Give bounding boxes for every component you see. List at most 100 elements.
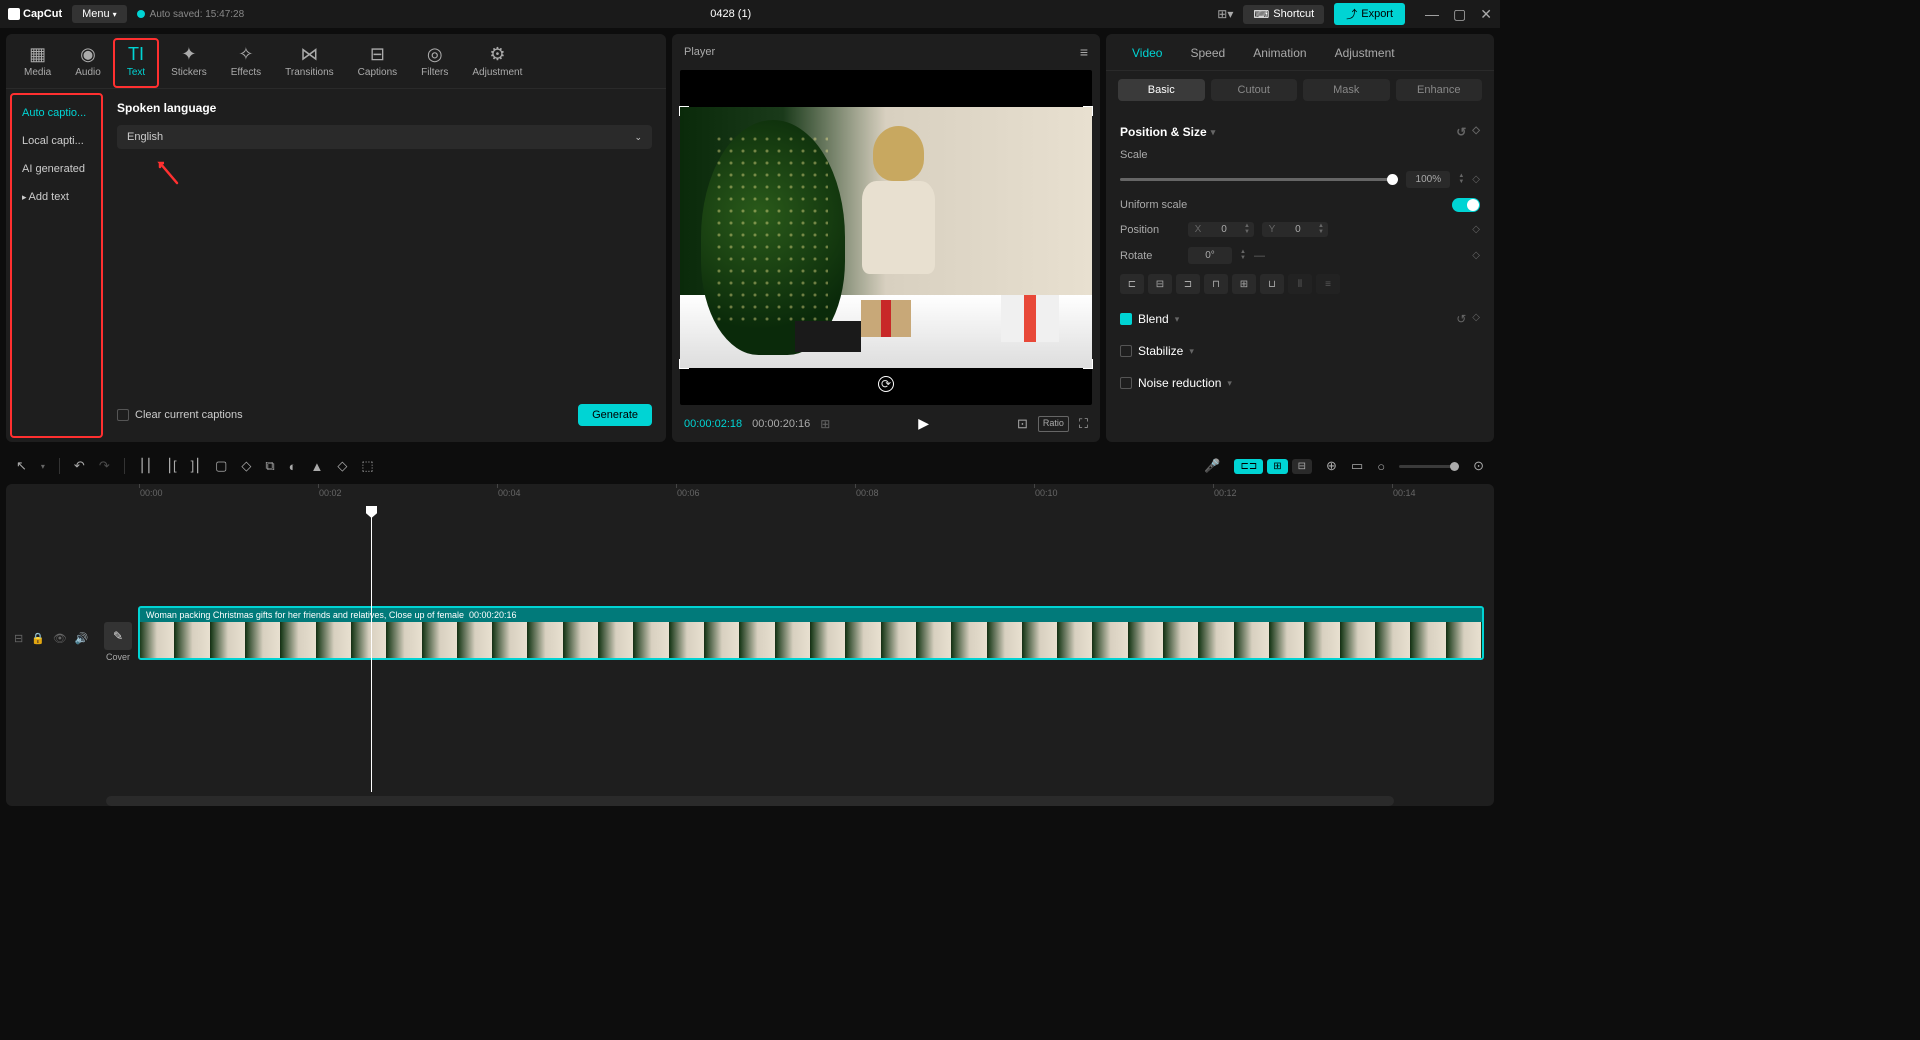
tab-text[interactable]: TIText bbox=[113, 38, 159, 88]
preview-icon[interactable]: ▭ bbox=[1351, 458, 1363, 474]
rotate-handle-icon[interactable]: ⟳ bbox=[878, 376, 894, 392]
undo-icon[interactable]: ↶ bbox=[74, 458, 85, 474]
sub-tab-cutout[interactable]: Cutout bbox=[1211, 79, 1298, 101]
rotate-reset-icon[interactable]: — bbox=[1254, 250, 1265, 262]
cover-thumbnail[interactable]: ✎ bbox=[104, 622, 132, 650]
language-select[interactable]: English ⌄ bbox=[117, 125, 652, 149]
reset-icon[interactable]: ↺ bbox=[1456, 125, 1466, 139]
mic-icon[interactable]: 🎤 bbox=[1204, 458, 1220, 474]
rotate-tool-icon[interactable]: ◇ bbox=[337, 458, 347, 474]
export-button[interactable]: ⤴Export bbox=[1334, 3, 1405, 25]
scan-icon[interactable]: ⊡ bbox=[1017, 416, 1028, 432]
keyframe-icon[interactable]: ◇ bbox=[1472, 125, 1480, 139]
generate-button[interactable]: Generate bbox=[578, 404, 652, 426]
prop-tab-speed[interactable]: Speed bbox=[1176, 34, 1239, 70]
sub-tab-enhance[interactable]: Enhance bbox=[1396, 79, 1483, 101]
snap-1-button[interactable]: ⊏⊐ bbox=[1234, 459, 1263, 474]
zoom-out-icon[interactable]: ○ bbox=[1377, 459, 1385, 474]
crop-icon[interactable]: ⬚ bbox=[361, 458, 373, 474]
track-visibility-icon[interactable]: 🔒 bbox=[31, 632, 45, 645]
shortcut-button[interactable]: ⌨Shortcut bbox=[1243, 5, 1324, 24]
noise-checkbox[interactable] bbox=[1120, 377, 1132, 389]
properties-panel: Video Speed Animation Adjustment Basic C… bbox=[1106, 34, 1494, 442]
position-keyframe-icon[interactable]: ◇ bbox=[1472, 224, 1480, 235]
pointer-tool-icon[interactable]: ↖ bbox=[16, 458, 27, 474]
redo-icon[interactable]: ↷ bbox=[99, 458, 110, 474]
close-icon[interactable]: ✕ bbox=[1480, 6, 1492, 23]
position-x-input[interactable]: X0▲▼ bbox=[1188, 222, 1254, 237]
align-top-button[interactable]: ⊓ bbox=[1204, 274, 1228, 294]
tab-captions[interactable]: ⊟Captions bbox=[346, 40, 409, 88]
ratio-button[interactable]: Ratio bbox=[1038, 416, 1069, 432]
tab-effects[interactable]: ✧Effects bbox=[219, 40, 273, 88]
clip-title: Woman packing Christmas gifts for her fr… bbox=[140, 608, 1482, 622]
split-right-icon[interactable]: ]⎮ bbox=[191, 458, 201, 474]
split-left-icon[interactable]: ⎮[ bbox=[166, 458, 176, 474]
uniform-scale-toggle[interactable] bbox=[1452, 198, 1480, 212]
sidebar-item-ai-generated[interactable]: AI generated bbox=[12, 155, 101, 183]
split-icon[interactable]: ⎮⎮ bbox=[139, 458, 153, 474]
tool-tabs: ▦Media ◉Audio TIText ✦Stickers ✧Effects … bbox=[6, 34, 666, 89]
timeline-scrollbar[interactable] bbox=[106, 796, 1394, 806]
tab-adjustment[interactable]: ⚙Adjustment bbox=[460, 40, 534, 88]
snap-2-button[interactable]: ⊞ bbox=[1267, 459, 1287, 474]
maximize-icon[interactable]: ▢ bbox=[1453, 6, 1466, 23]
sub-tab-mask[interactable]: Mask bbox=[1303, 79, 1390, 101]
play-button[interactable]: ▶ bbox=[918, 415, 929, 432]
scale-keyframe-icon[interactable]: ◇ bbox=[1472, 174, 1480, 185]
snap-3-button[interactable]: ⊟ bbox=[1292, 459, 1312, 474]
prop-tab-adjustment[interactable]: Adjustment bbox=[1321, 34, 1409, 70]
video-clip[interactable]: Woman packing Christmas gifts for her fr… bbox=[138, 606, 1484, 660]
align-center-h-button[interactable]: ⊟ bbox=[1148, 274, 1172, 294]
position-y-input[interactable]: Y0▲▼ bbox=[1262, 222, 1328, 237]
align-right-button[interactable]: ⊐ bbox=[1176, 274, 1200, 294]
align-left-button[interactable]: ⊏ bbox=[1120, 274, 1144, 294]
minimize-icon[interactable]: — bbox=[1425, 6, 1439, 23]
stabilize-checkbox[interactable] bbox=[1120, 345, 1132, 357]
scale-slider[interactable] bbox=[1120, 178, 1398, 181]
player-menu-icon[interactable]: ≡ bbox=[1080, 44, 1088, 60]
track-mute-icon[interactable]: 👁 bbox=[53, 632, 67, 645]
scale-value[interactable]: 100% bbox=[1406, 171, 1450, 188]
distribute-v-button[interactable]: ≡ bbox=[1316, 274, 1340, 294]
sub-tab-basic[interactable]: Basic bbox=[1118, 79, 1205, 101]
layout-icon[interactable]: ⊞▾ bbox=[1217, 7, 1233, 21]
rotate-value[interactable]: 0° bbox=[1188, 247, 1232, 264]
distribute-h-button[interactable]: ⫴ bbox=[1288, 274, 1312, 294]
reverse-icon[interactable]: ◐ bbox=[289, 459, 297, 474]
prop-tab-video[interactable]: Video bbox=[1118, 34, 1176, 70]
marker-icon[interactable]: ◇ bbox=[241, 458, 251, 474]
effects-icon: ✧ bbox=[238, 44, 253, 65]
tab-audio[interactable]: ◉Audio bbox=[63, 40, 113, 88]
zoom-slider[interactable] bbox=[1399, 465, 1459, 468]
sidebar-item-auto-captions[interactable]: Auto captio... bbox=[12, 99, 101, 127]
align-bottom-button[interactable]: ⊔ bbox=[1260, 274, 1284, 294]
fullscreen-icon[interactable]: ⛶ bbox=[1079, 416, 1088, 432]
sidebar-item-add-text[interactable]: Add text bbox=[12, 183, 101, 211]
tab-transitions[interactable]: ⋈Transitions bbox=[273, 40, 346, 88]
prop-tab-animation[interactable]: Animation bbox=[1239, 34, 1320, 70]
blend-checkbox[interactable] bbox=[1120, 313, 1132, 325]
link-icon[interactable]: ⊕ bbox=[1326, 458, 1337, 474]
copy-icon[interactable]: ⧉ bbox=[265, 458, 274, 474]
spoken-language-label: Spoken language bbox=[117, 101, 652, 115]
tab-filters[interactable]: ◎Filters bbox=[409, 40, 460, 88]
tab-stickers[interactable]: ✦Stickers bbox=[159, 40, 219, 88]
player-viewport[interactable]: ⟳ bbox=[680, 70, 1092, 405]
grid-icon[interactable]: ⊞ bbox=[820, 417, 830, 431]
align-center-v-button[interactable]: ⊞ bbox=[1232, 274, 1256, 294]
timeline-ruler[interactable]: 00:00 00:02 00:04 00:06 00:08 00:10 00:1… bbox=[136, 484, 1494, 506]
rotate-keyframe-icon[interactable]: ◇ bbox=[1472, 250, 1480, 261]
mirror-icon[interactable]: ▲ bbox=[311, 459, 324, 474]
track-lock-icon[interactable]: ⊟ bbox=[14, 632, 23, 645]
blend-keyframe-icon[interactable]: ◇ bbox=[1472, 312, 1480, 326]
clear-captions-checkbox[interactable]: Clear current captions bbox=[117, 409, 243, 421]
track-audio-icon[interactable]: 🔊 bbox=[75, 632, 89, 645]
blend-reset-icon[interactable]: ↺ bbox=[1456, 312, 1466, 326]
playhead[interactable] bbox=[371, 506, 372, 792]
delete-icon[interactable]: ▢ bbox=[215, 458, 227, 474]
tab-media[interactable]: ▦Media bbox=[12, 40, 63, 88]
sidebar-item-local-captions[interactable]: Local capti... bbox=[12, 127, 101, 155]
menu-button[interactable]: Menu▾ bbox=[72, 5, 127, 23]
zoom-fit-icon[interactable]: ⊙ bbox=[1473, 458, 1484, 474]
